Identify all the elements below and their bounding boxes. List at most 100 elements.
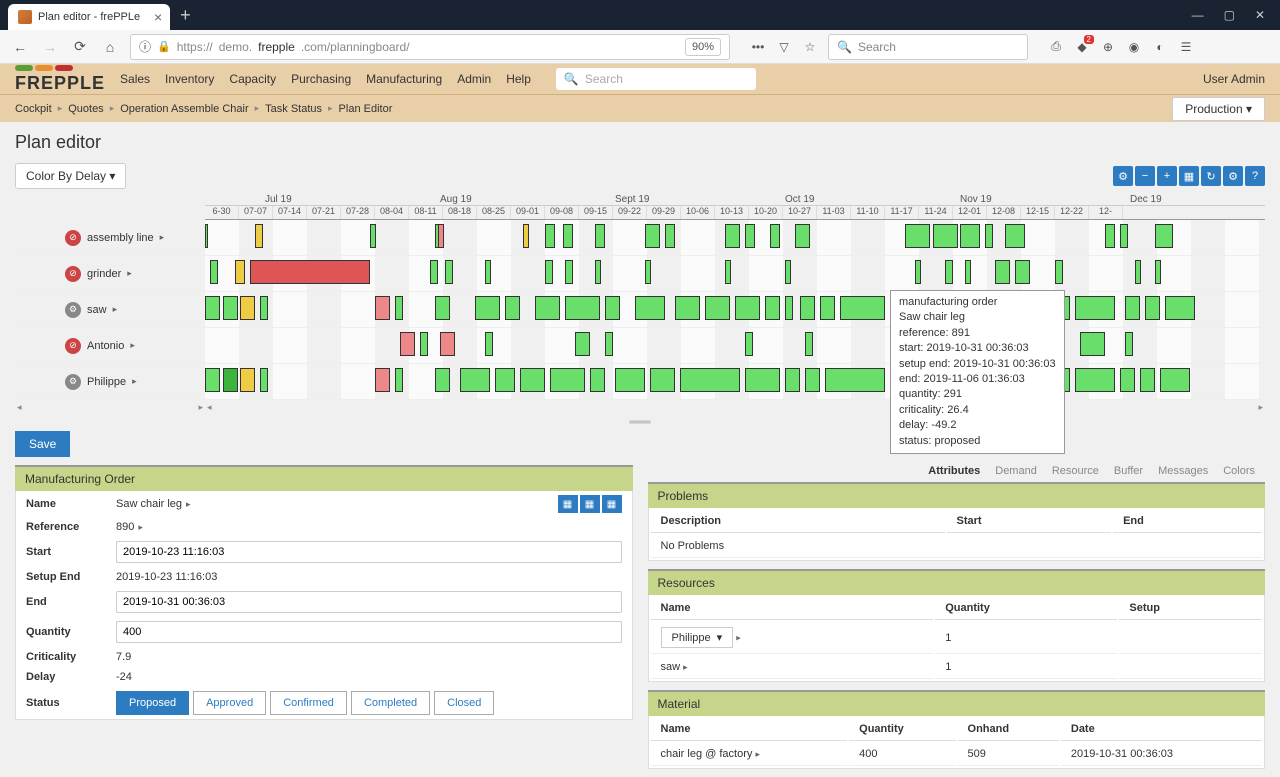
gantt-bar[interactable] — [745, 368, 780, 392]
gantt-bar[interactable] — [505, 296, 520, 320]
gantt-bar[interactable] — [933, 224, 958, 248]
gantt-bar[interactable] — [1005, 224, 1025, 248]
gantt-bar[interactable] — [435, 368, 450, 392]
gantt-bar[interactable] — [255, 224, 263, 248]
forward-button[interactable]: → — [40, 37, 60, 57]
gantt-bar[interactable] — [1145, 296, 1160, 320]
gantt-bar[interactable] — [1140, 368, 1155, 392]
gantt-bar[interactable] — [665, 224, 675, 248]
resource-dropdown[interactable]: Philippe ▾ — [661, 627, 734, 648]
menu-manufacturing[interactable]: Manufacturing — [366, 72, 442, 86]
gantt-bar[interactable] — [735, 296, 760, 320]
tab-messages[interactable]: Messages — [1158, 465, 1208, 477]
gantt-bar[interactable] — [965, 260, 971, 284]
gantt-bar[interactable] — [1105, 224, 1115, 248]
help-icon[interactable]: ? — [1245, 166, 1265, 186]
zoom-out-icon[interactable]: − — [1135, 166, 1155, 186]
resource-label[interactable]: ⚙ saw▸ — [15, 292, 205, 327]
gantt-bar[interactable] — [240, 296, 255, 320]
resource-scrollbar[interactable]: ◂▸ — [15, 402, 205, 414]
back-button[interactable]: ← — [10, 37, 30, 57]
gantt-bar[interactable] — [1165, 296, 1195, 320]
gantt-bar[interactable] — [605, 296, 620, 320]
tab-buffer[interactable]: Buffer — [1114, 465, 1143, 477]
icon-btn-3[interactable]: ▦ — [602, 495, 622, 513]
gantt-bar[interactable] — [485, 332, 493, 356]
tab-attributes[interactable]: Attributes — [928, 465, 980, 477]
gantt-bar[interactable] — [985, 224, 993, 248]
quantity-input[interactable] — [116, 621, 622, 643]
gantt-bar[interactable] — [223, 368, 238, 392]
link-icon[interactable]: ▸ — [138, 522, 143, 533]
tab-demand[interactable]: Demand — [995, 465, 1037, 477]
crumb-operation[interactable]: Operation Assemble Chair — [120, 103, 248, 115]
resource-label[interactable]: ⊘ Antonio▸ — [15, 328, 205, 363]
address-bar[interactable]: ⓘ 🔒 https://demo.frepple.com/planningboa… — [130, 34, 730, 60]
gantt-bar[interactable] — [725, 260, 731, 284]
gantt-bar[interactable] — [915, 260, 921, 284]
resource-label[interactable]: ⊘ assembly line▸ — [15, 220, 205, 255]
gantt-bar[interactable] — [550, 368, 585, 392]
gantt-bar[interactable] — [705, 296, 730, 320]
crumb-plan-editor[interactable]: Plan Editor — [339, 103, 393, 115]
notifications-icon[interactable]: ◆2 — [1074, 39, 1090, 55]
close-window-icon[interactable]: ✕ — [1255, 8, 1265, 22]
gantt-bar[interactable] — [785, 260, 791, 284]
bookmark-icon[interactable]: ☆ — [802, 39, 818, 55]
status-closed[interactable]: Closed — [434, 691, 494, 715]
gantt-bar[interactable] — [840, 296, 885, 320]
start-input[interactable] — [116, 541, 622, 563]
reader-icon[interactable]: ▽ — [776, 39, 792, 55]
gantt-bar[interactable] — [675, 296, 700, 320]
gantt-bar[interactable] — [635, 296, 665, 320]
gantt-bar[interactable] — [563, 224, 573, 248]
gantt-bar[interactable] — [375, 296, 390, 320]
browser-tab[interactable]: Plan editor - frePPLe × — [8, 4, 170, 30]
user-menu[interactable]: User Admin — [1203, 72, 1265, 86]
timeline-scrollbar[interactable]: ◂▸ — [205, 402, 1265, 414]
color-by-dropdown[interactable]: Color By Delay ▾ — [15, 163, 126, 189]
gantt-bar[interactable] — [395, 296, 403, 320]
gantt-bar[interactable] — [1155, 260, 1161, 284]
gantt-bar[interactable] — [745, 224, 755, 248]
gantt-bar[interactable] — [250, 260, 370, 284]
gantt-bar[interactable] — [370, 224, 376, 248]
gantt-bar[interactable] — [595, 260, 601, 284]
gantt-bar[interactable] — [960, 224, 980, 248]
tab-colors[interactable]: Colors — [1223, 465, 1255, 477]
gantt-bar[interactable] — [210, 260, 218, 284]
gantt-bar[interactable] — [235, 260, 245, 284]
gantt-bar[interactable] — [605, 332, 613, 356]
gantt-bar[interactable] — [615, 368, 645, 392]
maximize-icon[interactable]: ▢ — [1224, 8, 1235, 22]
scenario-dropdown[interactable]: Production ▾ — [1172, 97, 1265, 121]
menu-purchasing[interactable]: Purchasing — [291, 72, 351, 86]
menu-icon[interactable]: ☰ — [1178, 39, 1194, 55]
gantt-bar[interactable] — [460, 368, 490, 392]
gantt-bar[interactable] — [1135, 260, 1141, 284]
browser-search[interactable]: 🔍 Search — [828, 34, 1028, 60]
resource-label[interactable]: ⊘ grinder▸ — [15, 256, 205, 291]
ext-icon-2[interactable]: ◉ — [1126, 39, 1142, 55]
gantt-bar[interactable] — [1080, 332, 1105, 356]
gantt-bar[interactable] — [645, 224, 660, 248]
gantt-bar[interactable] — [995, 260, 1010, 284]
icon-btn-1[interactable]: ▦ — [558, 495, 578, 513]
gantt-bar[interactable] — [523, 224, 529, 248]
gantt-bar[interactable] — [825, 368, 885, 392]
gantt-bar[interactable] — [545, 260, 553, 284]
gantt-bar[interactable] — [375, 368, 390, 392]
gantt-bar[interactable] — [1075, 296, 1115, 320]
close-tab-icon[interactable]: × — [154, 9, 162, 25]
status-approved[interactable]: Approved — [193, 691, 266, 715]
link-icon[interactable]: ▸ — [683, 662, 688, 672]
gantt-bar[interactable] — [785, 296, 793, 320]
resize-handle[interactable]: ═══ — [0, 417, 1280, 428]
gantt-bar[interactable] — [805, 332, 813, 356]
menu-admin[interactable]: Admin — [457, 72, 491, 86]
gantt-bar[interactable] — [800, 296, 815, 320]
gantt-bar[interactable] — [1015, 260, 1030, 284]
gantt-bar[interactable] — [495, 368, 515, 392]
info-icon[interactable]: ⓘ — [139, 38, 151, 55]
settings-icon[interactable]: ⚙ — [1223, 166, 1243, 186]
